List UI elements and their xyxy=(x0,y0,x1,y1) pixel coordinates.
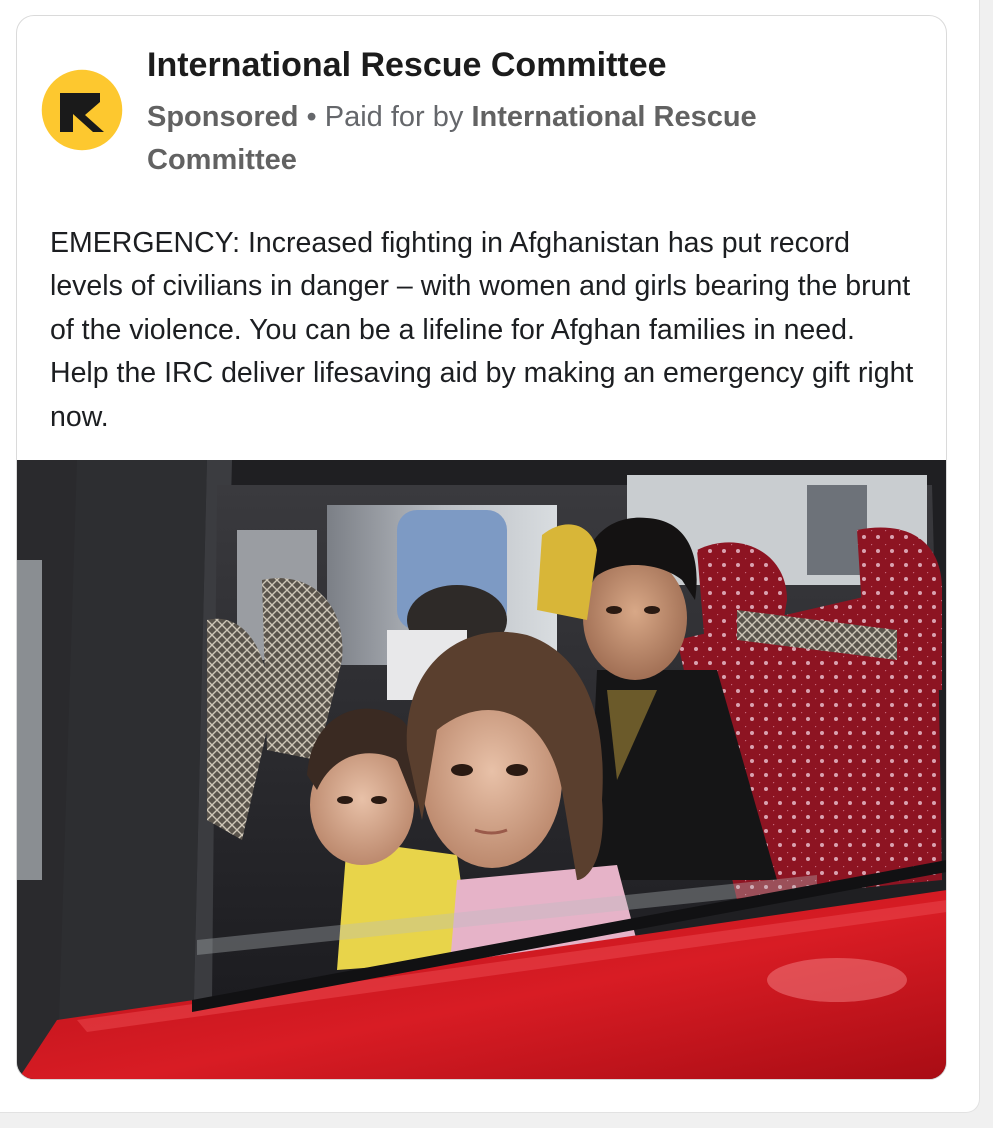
page-name-link[interactable]: International Rescue Committee xyxy=(147,46,667,85)
children-in-red-car-photo[interactable] xyxy=(17,460,946,1079)
meta-separator: • xyxy=(298,101,325,133)
irc-logo-icon[interactable] xyxy=(40,68,124,152)
feed-container: International Rescue Committee Sponsored… xyxy=(0,0,980,1113)
paid-for-prefix: Paid for by xyxy=(324,101,472,133)
post-meta: Sponsored • Paid for by International Re… xyxy=(147,96,867,182)
post-body-text: EMERGENCY: Increased fighting in Afghani… xyxy=(50,227,914,433)
sponsored-post-card: International Rescue Committee Sponsored… xyxy=(16,15,947,1080)
sponsored-label[interactable]: Sponsored xyxy=(147,101,298,133)
